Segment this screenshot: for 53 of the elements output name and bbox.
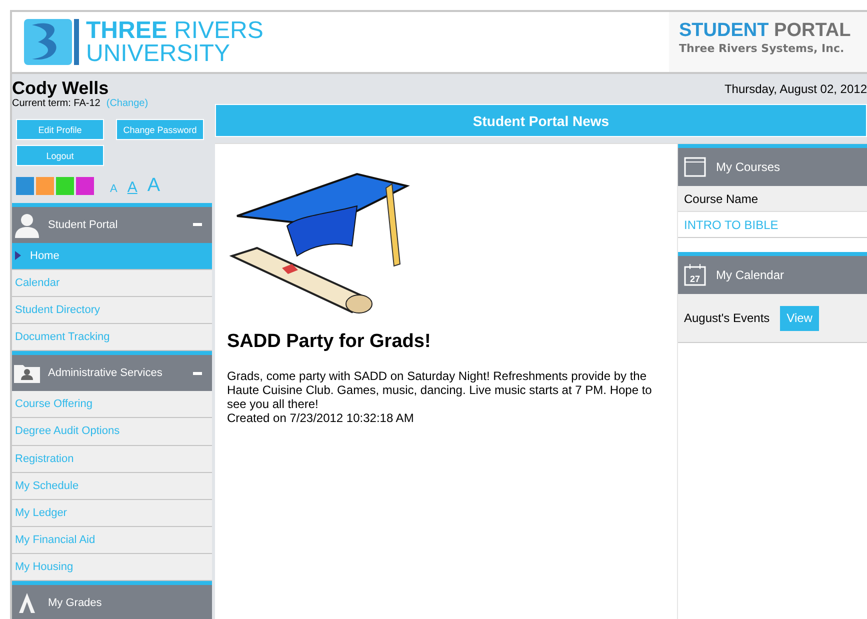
news-body: Grads, come party with SADD on Saturday Night! Refreshments provide by the Haute Cuisine Club. Games, music, dancing. Live music starts at 7 PM. Hope to see you all there! xyxy=(227,369,653,411)
sidebar-item[interactable]: My Financial Aid xyxy=(12,526,212,554)
portal-title: STUDENT PORTAL xyxy=(679,20,852,42)
sidebar-group-header[interactable]: My Grades xyxy=(12,581,212,619)
widget-title: My Calendar xyxy=(716,268,784,282)
view-button[interactable]: View xyxy=(780,306,820,330)
sidebar-item[interactable]: My Housing xyxy=(12,554,212,582)
sidebar-item[interactable]: Course Offering xyxy=(12,391,212,418)
logo-subtitle: UNIVERSITY xyxy=(86,42,232,65)
account-button[interactable]: Logout xyxy=(16,145,104,166)
account-button[interactable]: Edit Profile xyxy=(16,119,104,140)
news-created-date: Created on 7/23/2012 10:32:18 AM xyxy=(227,411,415,425)
user-name: Cody Wells xyxy=(12,78,110,98)
calendar-icon: 27 xyxy=(684,264,706,286)
sidebar-item[interactable]: My Schedule xyxy=(12,472,212,500)
sidebar-item[interactable]: Registration xyxy=(12,446,212,473)
theme-swatch[interactable] xyxy=(36,177,54,195)
news-headline: SADD Party for Grads! xyxy=(227,331,432,353)
window-icon xyxy=(684,157,706,177)
change-term-link[interactable]: (Change) xyxy=(106,98,148,109)
person-icon xyxy=(14,212,40,238)
sidebar-item[interactable]: Document Tracking xyxy=(12,324,212,352)
folder-person-icon xyxy=(14,363,40,384)
group-title: Administrative Services xyxy=(48,367,164,380)
sidebar-item[interactable]: Home xyxy=(12,242,212,270)
font-size-button[interactable]: A xyxy=(147,176,160,195)
current-date: Thursday, August 02, 2012 xyxy=(723,81,867,98)
sidebar-group-header[interactable]: Student Portal xyxy=(12,203,212,243)
widget-title: My Courses xyxy=(716,160,780,174)
collapse-icon[interactable] xyxy=(193,223,202,226)
pointer-icon xyxy=(15,251,21,260)
river-logo-icon xyxy=(24,17,80,67)
group-title: My Grades xyxy=(48,597,103,610)
news-title-bar: Student Portal News xyxy=(215,104,867,137)
sidebar-group-header[interactable]: Administrative Services xyxy=(12,351,212,392)
theme-swatch[interactable] xyxy=(76,177,94,195)
font-size-button[interactable]: A xyxy=(127,180,138,195)
column-header: Course Name xyxy=(678,186,867,212)
sidebar-item[interactable]: My Ledger xyxy=(12,500,212,527)
theme-swatch[interactable] xyxy=(16,177,34,195)
sidebar-item[interactable]: Degree Audit Options xyxy=(12,418,212,446)
sidebar-item[interactable]: Student Directory xyxy=(12,297,212,324)
logo-title: THREE RIVERS xyxy=(86,19,264,42)
current-term: Current term: FA-12 xyxy=(12,98,100,109)
sidebar-item[interactable]: Calendar xyxy=(12,270,212,298)
course-link[interactable]: INTRO TO BIBLE xyxy=(678,212,867,237)
theme-swatch[interactable] xyxy=(56,177,74,195)
group-title: Student Portal xyxy=(48,218,119,231)
collapse-icon[interactable] xyxy=(193,372,202,375)
font-size-button[interactable]: A xyxy=(110,184,118,195)
events-label: August's Events xyxy=(684,311,770,325)
portal-subtitle: Three Rivers Systems, Inc. xyxy=(679,42,846,55)
account-button[interactable]: Change Password xyxy=(116,119,204,140)
